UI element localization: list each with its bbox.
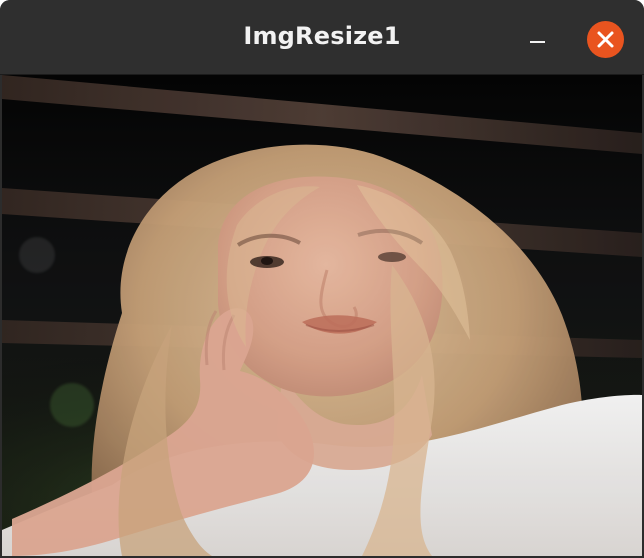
close-icon [597,31,614,48]
minimize-button[interactable] [520,22,556,58]
portrait-photo [2,75,642,556]
title-bar[interactable]: ImgResize1 [0,0,644,75]
close-button[interactable] [587,21,624,58]
app-window: ImgResize1 [0,0,644,558]
minimize-icon [530,41,545,43]
image-view [2,75,642,556]
